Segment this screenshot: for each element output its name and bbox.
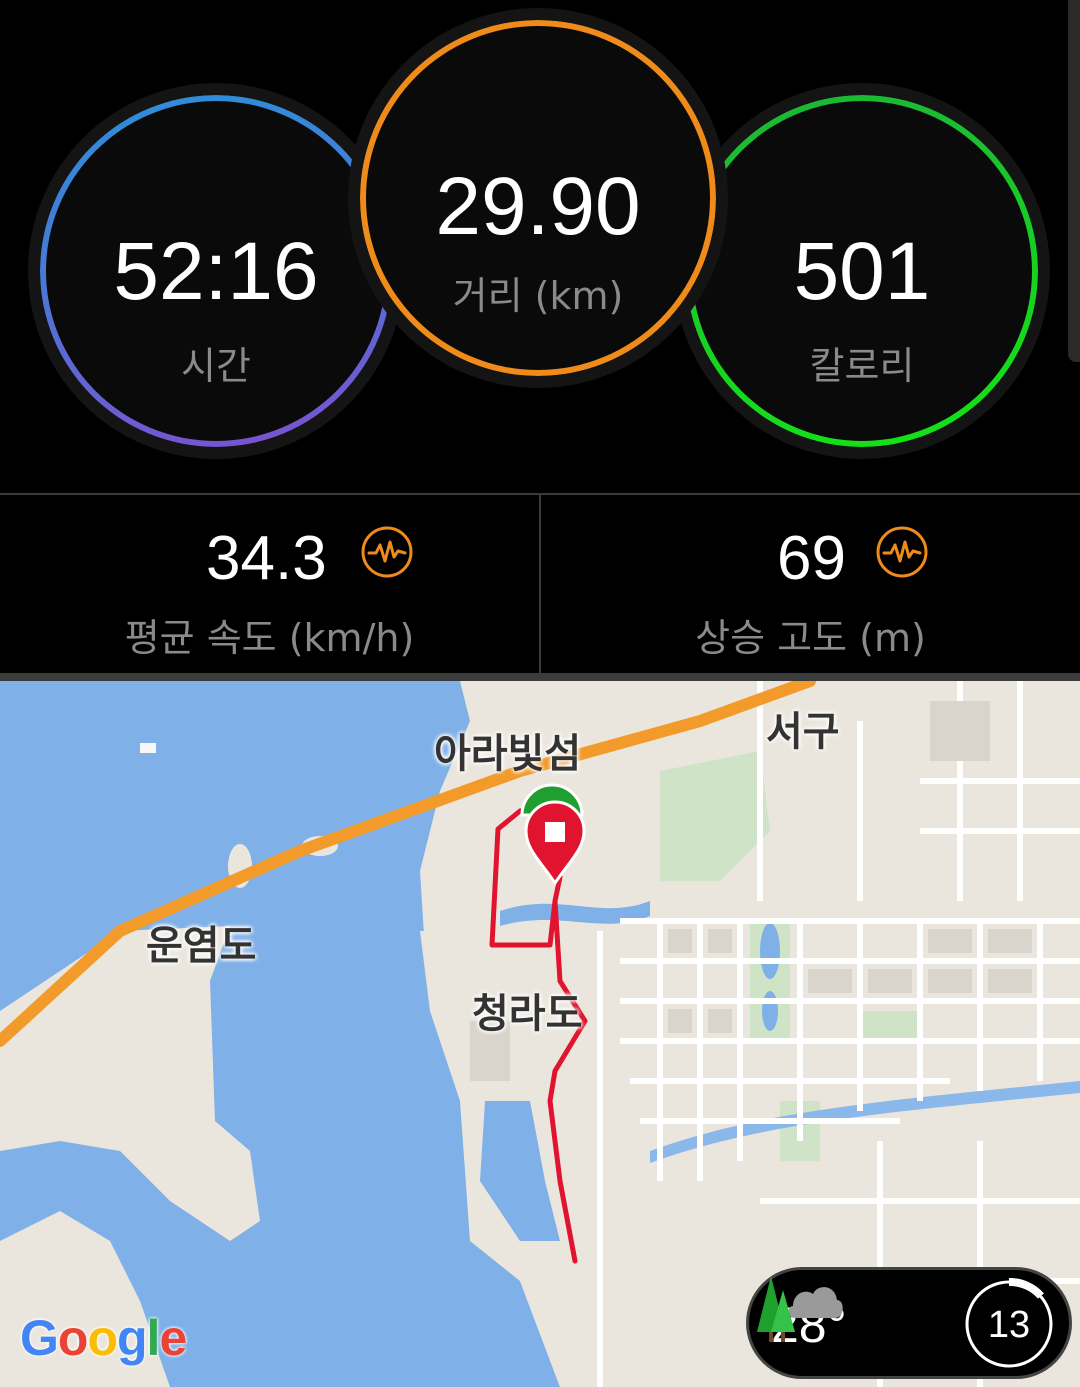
time-label: 시간	[181, 344, 251, 388]
map-label-seogu: 서구	[766, 709, 840, 755]
time-value: 52:16	[113, 226, 319, 317]
avg-speed-stat[interactable]: 34.3 평균 속도 (km/h)	[0, 495, 539, 675]
google-logo: Google	[20, 1310, 187, 1366]
avg-speed-value: 34.3	[206, 524, 327, 593]
zoom-badge-value: 13	[987, 1304, 1031, 1346]
distance-metric-circle[interactable]: 29.90 거리 (km)	[360, 20, 716, 376]
pulse-icon[interactable]	[875, 525, 929, 579]
calories-value: 501	[793, 226, 931, 317]
distance-value: 29.90	[435, 161, 641, 252]
calories-metric-circle[interactable]: 501 칼로리	[686, 95, 1038, 447]
forest-cloud-icon	[757, 1276, 843, 1342]
scroll-edge	[1068, 0, 1080, 362]
avg-speed-label: 평균 속도 (km/h)	[124, 616, 415, 660]
elevation-gain-value: 69	[777, 524, 846, 593]
pulse-icon[interactable]	[360, 525, 414, 579]
distance-label: 거리 (km)	[452, 274, 624, 318]
map-label-cheongna: 청라도	[472, 991, 583, 1037]
zoom-badge[interactable]: 13	[963, 1278, 1055, 1370]
map-label-ara: 아라빛섬	[434, 731, 582, 777]
route-map[interactable]: 아라빛섬 서구 운염도 청라도 Google 28° 13	[0, 681, 1080, 1387]
elevation-gain-label: 상승 고도 (m)	[695, 616, 926, 660]
map-label-unyeom: 운염도	[146, 923, 257, 969]
time-metric-circle[interactable]: 52:16 시간	[40, 95, 392, 447]
weather-widget[interactable]: 28° 13	[746, 1267, 1072, 1379]
stats-row: 34.3 평균 속도 (km/h) 69 상승 고도 (m)	[0, 493, 1080, 675]
calories-label: 칼로리	[809, 344, 915, 388]
map-divider	[0, 673, 1080, 681]
elevation-gain-stat[interactable]: 69 상승 고도 (m)	[539, 495, 1080, 675]
